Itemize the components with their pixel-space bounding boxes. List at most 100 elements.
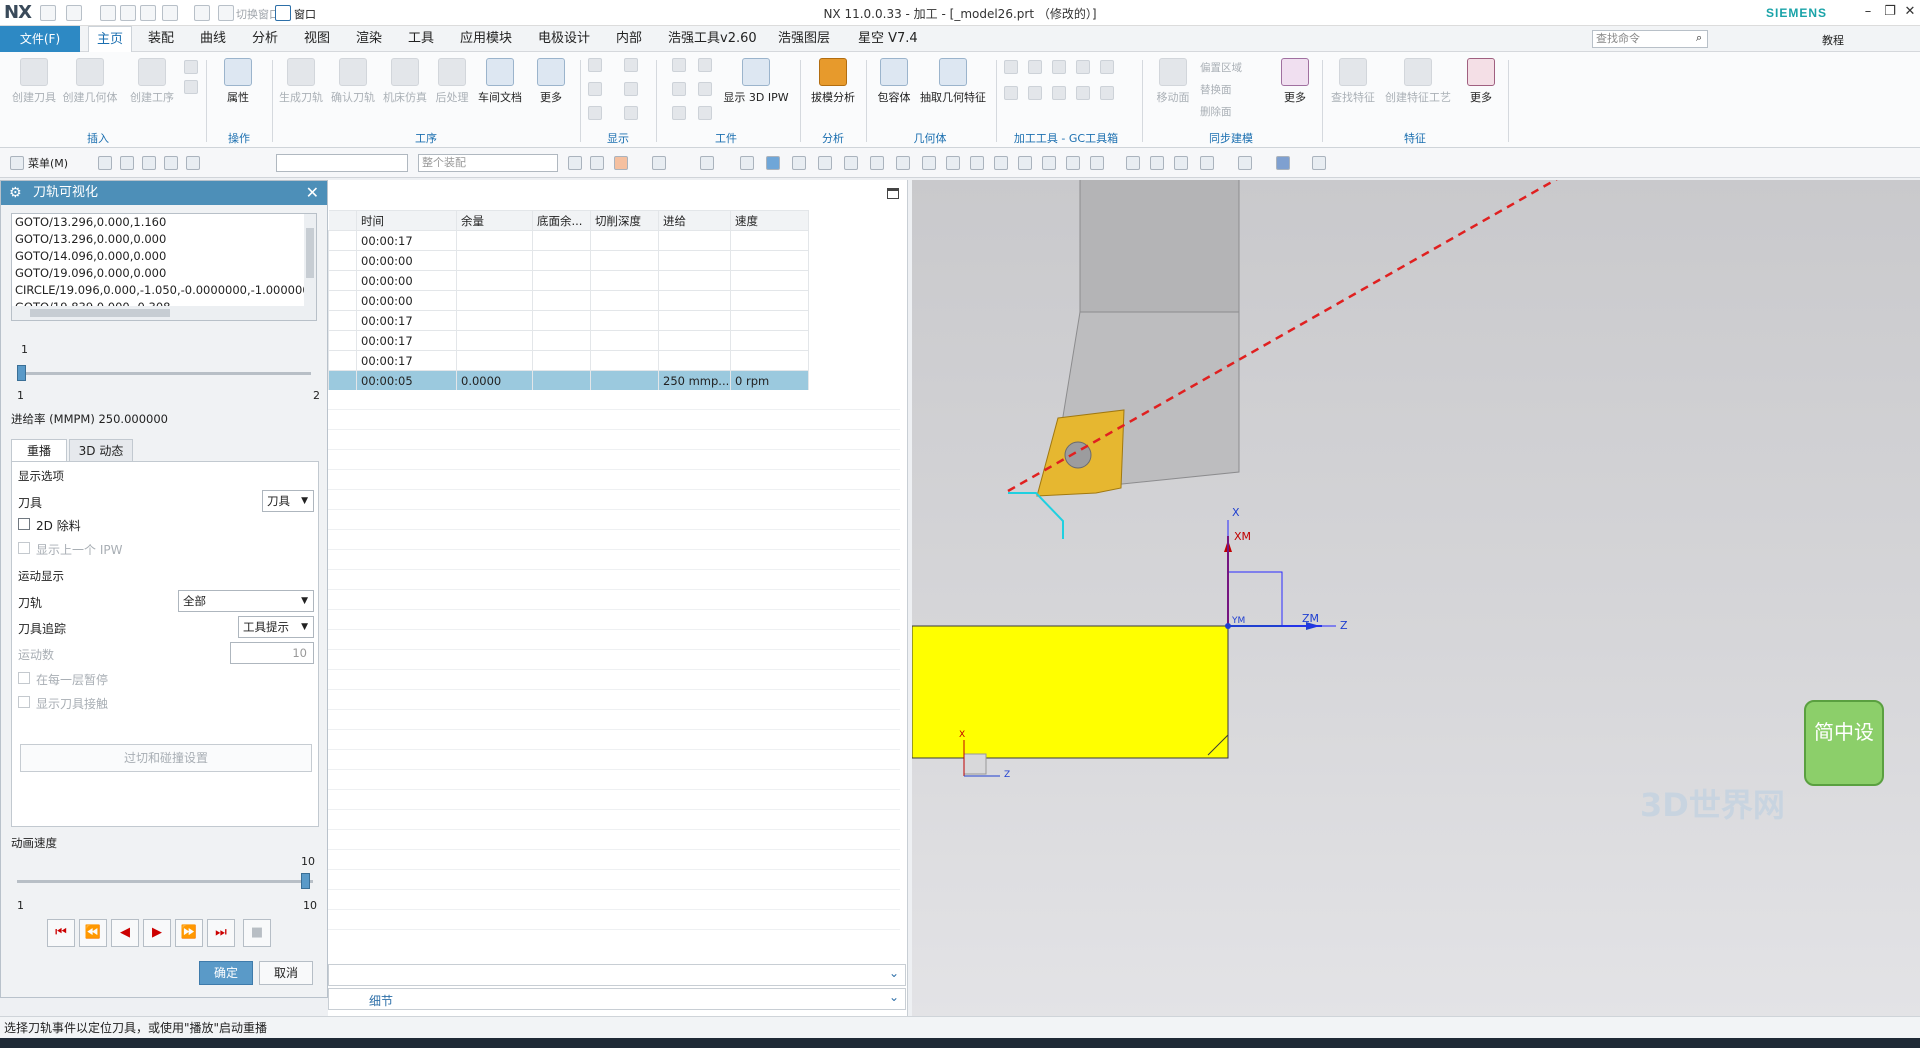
vertical-scrollbar[interactable] <box>304 214 316 320</box>
tab-electrode-design[interactable]: 电极设计 <box>530 26 598 52</box>
toolbar-icon[interactable] <box>652 156 666 170</box>
step-back-button[interactable]: ⏪ <box>79 919 107 947</box>
more-operations-button[interactable]: 更多 <box>528 58 574 105</box>
more-features-button[interactable]: 更多 <box>1458 58 1504 105</box>
list-item[interactable]: GOTO/13.296,0.000,0.000 <box>12 231 316 248</box>
table-row[interactable]: 00:00:00 <box>328 270 809 291</box>
event-slider-knob[interactable] <box>17 365 26 381</box>
table-row[interactable]: 00:00:17 <box>328 310 809 331</box>
scrollbar-thumb[interactable] <box>30 309 170 317</box>
machine-simulation-button[interactable]: 机床仿真 <box>380 58 430 105</box>
toolbar-icon[interactable] <box>740 156 754 170</box>
create-tool-button[interactable]: 创建刀具 <box>10 58 58 105</box>
postprocess-button[interactable]: 后处理 <box>430 58 474 105</box>
list-item[interactable]: GOTO/13.296,0.000,1.160 <box>12 214 316 231</box>
small-insert-icon[interactable] <box>184 80 198 94</box>
extract-geometry-button[interactable]: 抽取几何特征 <box>918 58 988 105</box>
display-small-icon[interactable] <box>624 82 638 96</box>
table-row[interactable]: 00:00:17 <box>328 330 809 351</box>
display-small-icon[interactable] <box>624 58 638 72</box>
toolbar-icon[interactable] <box>766 156 780 170</box>
view-icon[interactable] <box>1312 156 1326 170</box>
step-forward-button[interactable]: ⏩ <box>175 919 203 947</box>
move-face-button[interactable]: 移动面 <box>1150 58 1196 105</box>
toolbar-icon[interactable] <box>120 156 134 170</box>
snap-icon[interactable] <box>922 156 936 170</box>
list-item[interactable]: CIRCLE/19.096,0.000,-1.050,-0.0000000,-1… <box>12 282 316 299</box>
view-icon[interactable] <box>1174 156 1188 170</box>
show-tool-contact-checkbox[interactable] <box>18 696 30 708</box>
replace-face-button[interactable]: 替换面 <box>1200 82 1262 97</box>
view-icon[interactable] <box>1238 156 1252 170</box>
list-item[interactable]: GOTO/19.096,0.000,0.000 <box>12 265 316 282</box>
view-icon[interactable] <box>1150 156 1164 170</box>
cancel-button[interactable]: 取消 <box>259 961 313 985</box>
type-filter-dropdown[interactable] <box>276 154 408 172</box>
snap-icon[interactable] <box>818 156 832 170</box>
column-header[interactable]: 进给 <box>658 210 731 231</box>
tab-home[interactable]: 主页 <box>88 26 133 52</box>
workpiece-small-icon[interactable] <box>698 58 712 72</box>
tab-haoqiang-tools[interactable]: 浩强工具v2.60 <box>660 26 765 52</box>
stop-button[interactable]: ■ <box>243 919 271 947</box>
gc-tool-icon[interactable] <box>1028 86 1042 100</box>
snap-icon[interactable] <box>994 156 1008 170</box>
workpiece-small-icon[interactable] <box>672 106 686 120</box>
toolbar-icon[interactable] <box>142 156 156 170</box>
toolbar-icon[interactable] <box>186 156 200 170</box>
tool-trace-select[interactable]: 工具提示 ▼ <box>238 616 314 638</box>
generate-toolpath-button[interactable]: 生成刀轨 <box>276 58 326 105</box>
verify-toolpath-button[interactable]: 确认刀轨 <box>328 58 378 105</box>
toolbar-icon[interactable] <box>700 156 714 170</box>
column-header[interactable]: 余量 <box>456 210 533 231</box>
tab-applications[interactable]: 应用模块 <box>452 26 520 52</box>
search-icon[interactable]: ⌕ <box>1696 31 1702 45</box>
tab-analysis[interactable]: 分析 <box>244 26 286 52</box>
create-geometry-button[interactable]: 创建几何体 <box>62 58 118 105</box>
gc-tool-icon[interactable] <box>1100 60 1114 74</box>
close-icon[interactable]: ✕ <box>306 181 319 205</box>
gc-tool-icon[interactable] <box>1100 86 1114 100</box>
tab-internal[interactable]: 内部 <box>608 26 650 52</box>
tab-replay[interactable]: 重播 <box>11 439 67 461</box>
column-header[interactable]: 时间 <box>356 210 457 231</box>
tool-display-select[interactable]: 刀具 ▼ <box>262 490 314 512</box>
view-icon[interactable] <box>1276 156 1290 170</box>
delete-face-button[interactable]: 删除面 <box>1200 104 1262 119</box>
table-row[interactable]: 00:00:17 <box>328 230 809 251</box>
display-small-icon[interactable] <box>588 106 602 120</box>
toolbar-icon[interactable] <box>614 156 628 170</box>
create-operation-button[interactable]: 创建工序 <box>126 58 178 105</box>
toolbar-icon[interactable] <box>98 156 112 170</box>
display-small-icon[interactable] <box>588 82 602 96</box>
snap-icon[interactable] <box>1042 156 1056 170</box>
display-small-icon[interactable] <box>624 106 638 120</box>
remove-2d-checkbox[interactable] <box>18 518 30 530</box>
expander-section[interactable]: ⌄ <box>328 964 906 986</box>
snap-icon[interactable] <box>1090 156 1104 170</box>
table-row[interactable]: 00:00:00 <box>328 290 809 311</box>
table-row[interactable]: 00:00:17 <box>328 350 809 371</box>
show-3d-ipw-button[interactable]: 显示 3D IPW <box>720 58 792 105</box>
tab-render[interactable]: 渲染 <box>348 26 390 52</box>
file-menu[interactable]: 文件(F) <box>0 26 80 52</box>
more-sync-button[interactable]: 更多 <box>1272 58 1318 105</box>
gc-tool-icon[interactable] <box>1076 60 1090 74</box>
display-small-icon[interactable] <box>588 58 602 72</box>
snap-icon[interactable] <box>896 156 910 170</box>
scrollbar-thumb[interactable] <box>306 228 314 278</box>
ok-button[interactable]: 确定 <box>199 961 253 985</box>
toolpath-display-select[interactable]: 全部 ▼ <box>178 590 314 612</box>
snap-icon[interactable] <box>844 156 858 170</box>
toolbar-icon[interactable] <box>792 156 806 170</box>
bounding-body-button[interactable]: 包容体 <box>870 58 918 105</box>
view-icon[interactable] <box>1200 156 1214 170</box>
tab-view[interactable]: 视图 <box>296 26 338 52</box>
minimize-button[interactable]: – <box>1858 4 1878 22</box>
event-slider[interactable] <box>17 372 311 375</box>
workpiece-small-icon[interactable] <box>672 58 686 72</box>
properties-button[interactable]: 属性 <box>214 58 262 105</box>
column-header[interactable]: 切削深度 <box>590 210 659 231</box>
toolbar-icon[interactable] <box>568 156 582 170</box>
workpiece-small-icon[interactable] <box>698 106 712 120</box>
